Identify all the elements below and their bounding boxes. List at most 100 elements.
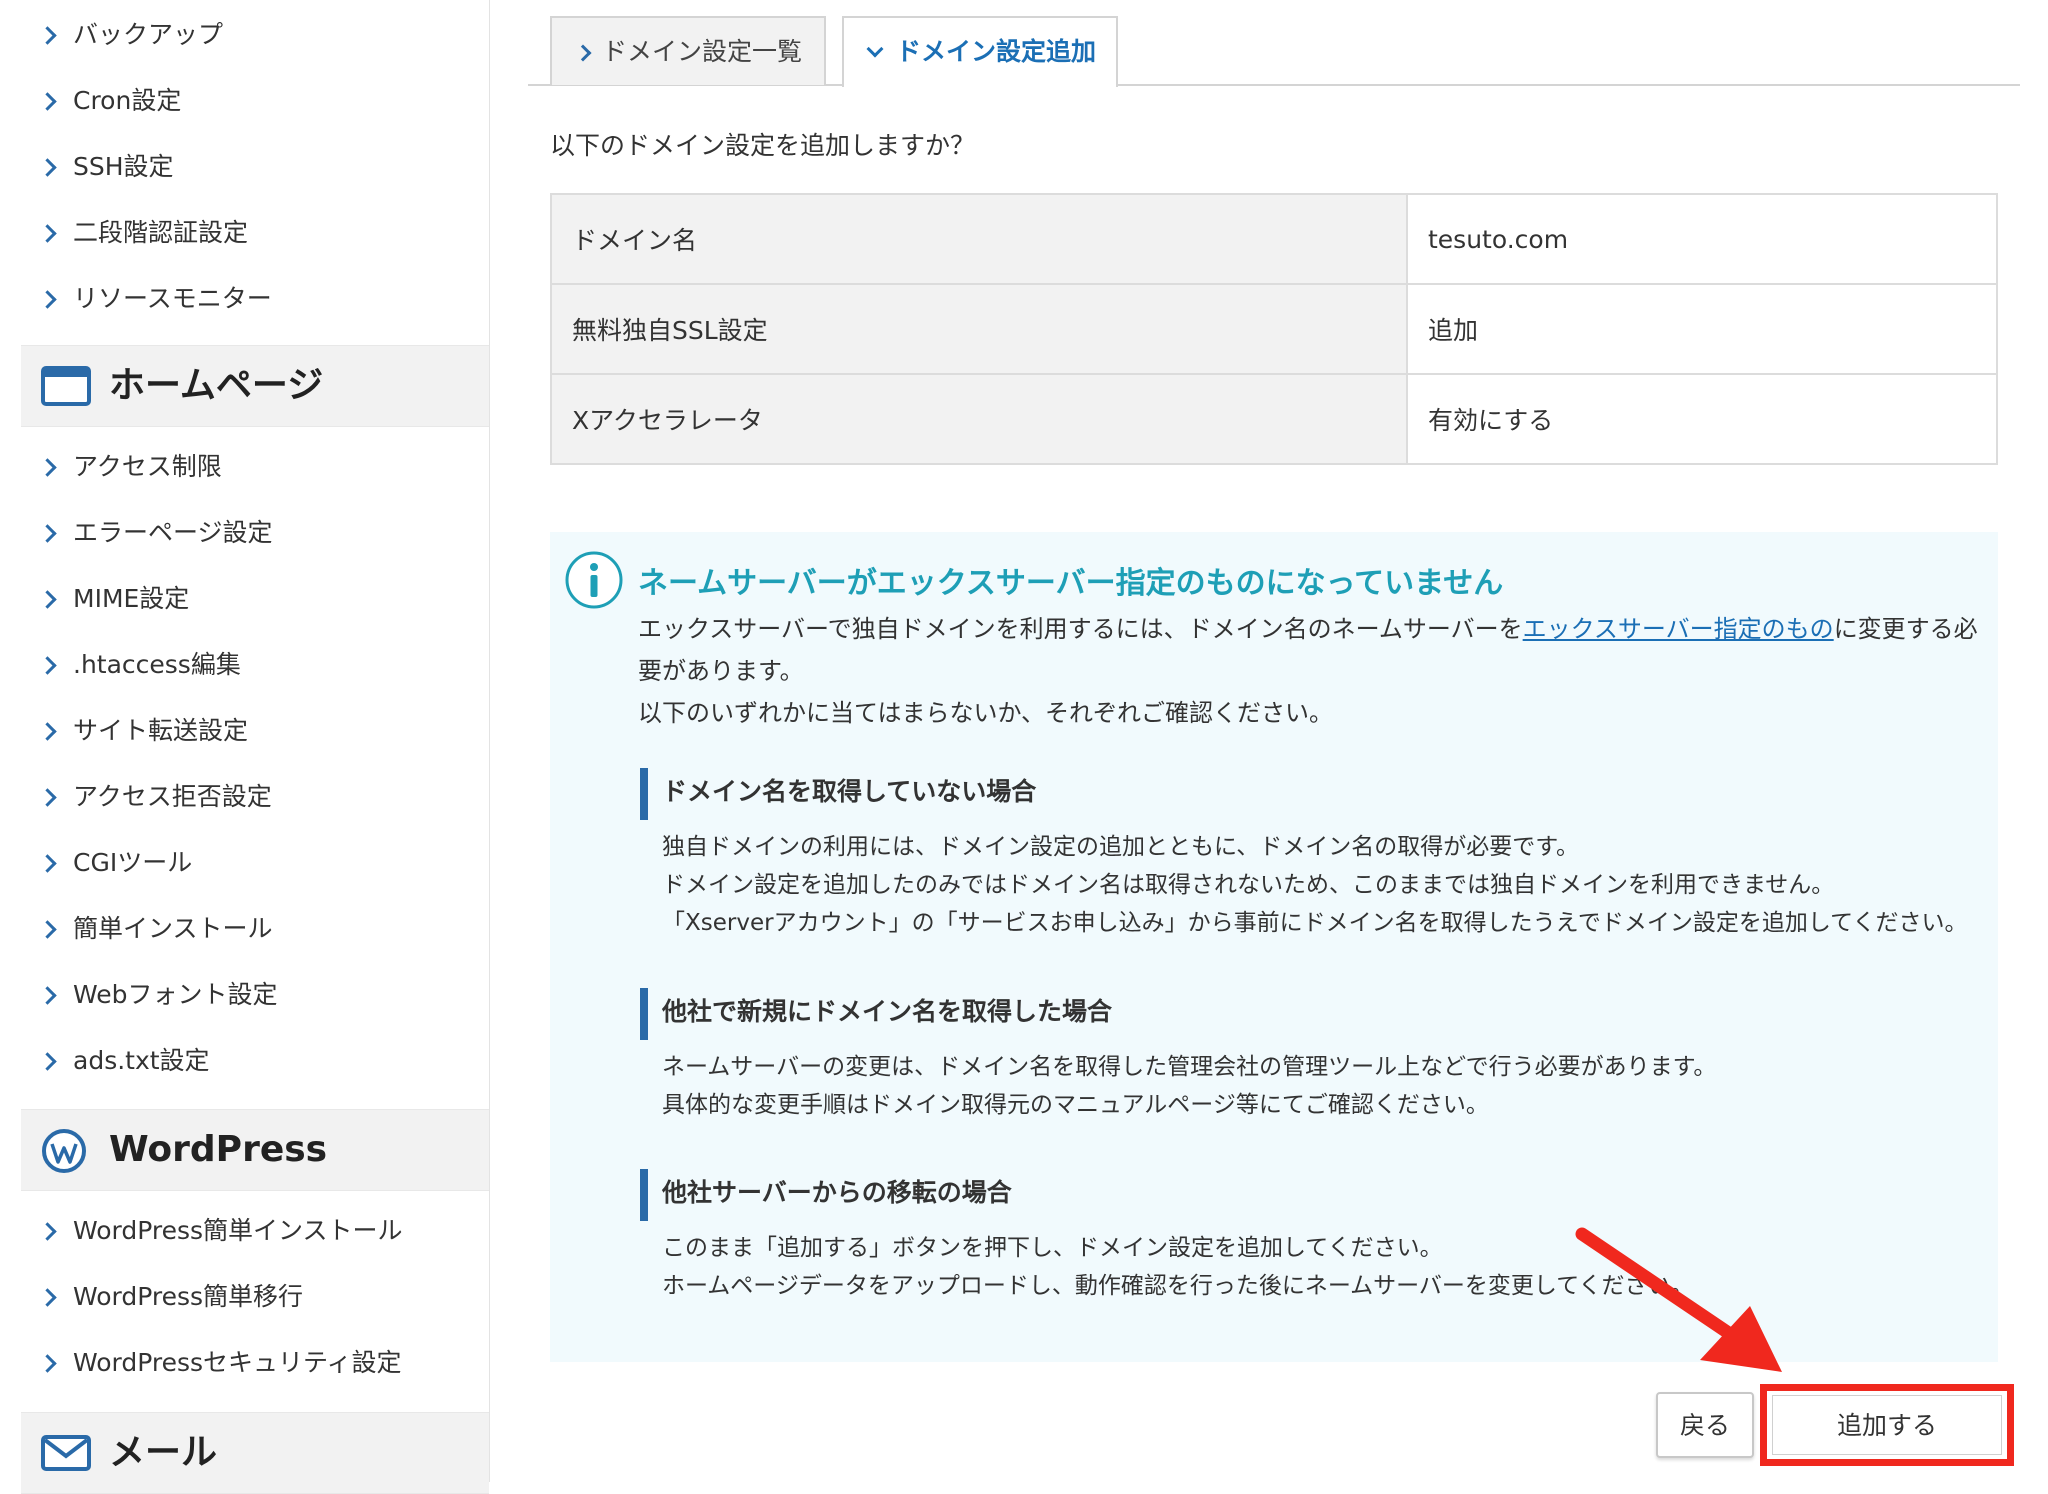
sidebar-header-label: WordPress: [109, 1129, 328, 1170]
tab-domain-list[interactable]: ドメイン設定一覧: [550, 16, 826, 85]
sidebar-item-ssh[interactable]: SSH設定: [21, 134, 489, 200]
notice-section-title: 他社サーバーからの移転の場合: [640, 1169, 1980, 1221]
sidebar: バックアップ Cron設定 SSH設定 二段階認証設定 リソースモニター ホーム…: [21, 0, 490, 1494]
sidebar-item-access-deny[interactable]: アクセス拒否設定: [21, 764, 489, 830]
browser-window-icon: [41, 364, 91, 412]
sidebar-item-label: リソースモニター: [73, 284, 272, 313]
chevron-down-icon: [866, 40, 884, 58]
chevron-right-icon: [38, 1354, 57, 1373]
sidebar-header-wordpress: WordPress: [21, 1109, 489, 1191]
sidebar-item-label: エラーページ設定: [73, 518, 273, 547]
sidebar-item-label: Webフォント設定: [73, 980, 278, 1009]
table-row: Xアクセラレータ 有効にする: [550, 373, 1998, 465]
notice-line: 具体的な変更手順はドメイン取得元のマニュアルページ等にてご確認ください。: [662, 1092, 1489, 1118]
main-content: ドメイン設定一覧 ドメイン設定追加 以下のドメイン設定を追加しますか？ ドメイン…: [528, 0, 2020, 1482]
sidebar-header-label: ホームページ: [109, 365, 324, 406]
confirm-table: ドメイン名 tesuto.com 無料独自SSL設定 追加 Xアクセラレータ 有…: [550, 193, 1998, 465]
sidebar-item-label: WordPress簡単インストール: [73, 1216, 403, 1245]
chevron-right-icon: [38, 92, 57, 111]
notice-line: ドメイン設定を追加したのみではドメイン名は取得されないため、このままでは独自ドメ…: [662, 872, 1835, 898]
sidebar-item-label: アクセス制限: [73, 452, 222, 481]
table-value-cell: 追加: [1406, 283, 1998, 375]
sidebar-item-label: 簡単インストール: [73, 914, 273, 943]
sidebar-item-label: WordPressセキュリティ設定: [73, 1348, 402, 1377]
chevron-right-icon: [38, 656, 57, 675]
mail-envelope-icon: [41, 1431, 91, 1479]
info-icon: [564, 550, 624, 614]
chevron-right-icon: [38, 722, 57, 741]
tab-label: ドメイン設定追加: [896, 37, 1097, 66]
wordpress-logo-icon: [41, 1128, 87, 1178]
notice-section-title: 他社で新規にドメイン名を取得した場合: [640, 988, 1980, 1040]
table-key-cell: 無料独自SSL設定: [550, 283, 1408, 375]
table-value-cell: tesuto.com: [1406, 193, 1998, 285]
sidebar-item-ads-txt[interactable]: ads.txt設定: [21, 1028, 489, 1094]
nameserver-spec-link[interactable]: エックスサーバー指定のもの: [1523, 615, 1834, 643]
sidebar-item-label: サイト転送設定: [73, 716, 249, 745]
sidebar-item-cgi-tool[interactable]: CGIツール: [21, 830, 489, 896]
notice-section: ドメイン名を取得していない場合 独自ドメインの利用には、ドメイン設定の追加ととも…: [640, 768, 1980, 942]
sidebar-item-label: アクセス拒否設定: [73, 782, 272, 811]
sidebar-item-wp-easy-migration[interactable]: WordPress簡単移行: [21, 1264, 489, 1330]
chevron-right-icon: [38, 920, 57, 939]
sidebar-item-easy-install[interactable]: 簡単インストール: [21, 896, 489, 962]
notice-line: 独自ドメインの利用には、ドメイン設定の追加とともに、ドメイン名の取得が必要です。: [662, 834, 1580, 860]
chevron-right-icon: [38, 788, 57, 807]
add-button[interactable]: 追加する: [1772, 1395, 2002, 1455]
sidebar-group-homepage: アクセス制限 エラーページ設定 MIME設定 .htaccess編集 サイト転送…: [21, 434, 489, 1094]
sidebar-item-web-font[interactable]: Webフォント設定: [21, 962, 489, 1028]
chevron-right-icon: [38, 590, 57, 609]
notice-line: 「Xserverアカウント」の「サービスお申し込み」から事前にドメイン名を取得し…: [662, 910, 1968, 936]
notice-section-title: ドメイン名を取得していない場合: [640, 768, 1980, 820]
chevron-right-icon: [38, 986, 57, 1005]
chevron-right-icon: [38, 1052, 57, 1071]
tab-domain-add[interactable]: ドメイン設定追加: [842, 16, 1118, 87]
notice-desc-text: 以下のいずれかに当てはまらないか、それぞれご確認ください。: [638, 699, 1334, 727]
sidebar-item-wp-easy-install[interactable]: WordPress簡単インストール: [21, 1198, 489, 1264]
table-key-cell: ドメイン名: [550, 193, 1408, 285]
sidebar-item-label: Cron設定: [73, 86, 182, 115]
sidebar-item-label: MIME設定: [73, 584, 190, 613]
back-button[interactable]: 戻る: [1656, 1392, 1754, 1458]
chevron-right-icon: [38, 854, 57, 873]
sidebar-item-resource-monitor[interactable]: リソースモニター: [21, 266, 489, 332]
sidebar-item-mime[interactable]: MIME設定: [21, 566, 489, 632]
sidebar-item-site-redirect[interactable]: サイト転送設定: [21, 698, 489, 764]
sidebar-item-label: バックアップ: [73, 20, 224, 49]
confirm-prompt: 以下のドメイン設定を追加しますか？: [550, 131, 976, 160]
sidebar-item-label: .htaccess編集: [73, 650, 241, 679]
notice-section-body: ネームサーバーの変更は、ドメイン名を取得した管理会社の管理ツール上などで行う必要…: [640, 1048, 1980, 1124]
sidebar-item-error-page[interactable]: エラーページ設定: [21, 500, 489, 566]
notice-line: ネームサーバーの変更は、ドメイン名を取得した管理会社の管理ツール上などで行う必要…: [662, 1054, 1717, 1080]
sidebar-group-server: バックアップ Cron設定 SSH設定 二段階認証設定 リソースモニター: [21, 2, 489, 332]
notice-description: エックスサーバーで独自ドメインを利用するには、ドメイン名のネームサーバーをエック…: [638, 608, 1978, 734]
sidebar-item-access-restriction[interactable]: アクセス制限: [21, 434, 489, 500]
table-row: ドメイン名 tesuto.com: [550, 193, 1998, 285]
sidebar-item-cron[interactable]: Cron設定: [21, 68, 489, 134]
notice-section-body: 独自ドメインの利用には、ドメイン設定の追加とともに、ドメイン名の取得が必要です。…: [640, 828, 1980, 942]
sidebar-item-wp-security[interactable]: WordPressセキュリティ設定: [21, 1330, 489, 1396]
tab-label: ドメイン設定一覧: [602, 37, 803, 66]
sidebar-item-backup[interactable]: バックアップ: [21, 2, 489, 68]
chevron-right-icon: [38, 290, 57, 309]
sidebar-item-label: WordPress簡単移行: [73, 1282, 304, 1311]
sidebar-item-htaccess[interactable]: .htaccess編集: [21, 632, 489, 698]
chevron-right-icon: [38, 26, 57, 45]
notice-desc-text: エックスサーバーで独自ドメインを利用するには、ドメイン名のネームサーバーを: [638, 615, 1523, 643]
red-arrow-annotation: [1575, 1227, 1782, 1372]
chevron-right-icon: [38, 1222, 57, 1241]
chevron-right-icon: [38, 158, 57, 177]
sidebar-item-label: 二段階認証設定: [73, 218, 249, 247]
sidebar-group-wordpress: WordPress簡単インストール WordPress簡単移行 WordPres…: [21, 1198, 489, 1396]
notice-section: 他社で新規にドメイン名を取得した場合 ネームサーバーの変更は、ドメイン名を取得し…: [640, 988, 1980, 1124]
table-value-cell: 有効にする: [1406, 373, 1998, 465]
sidebar-item-label: SSH設定: [73, 152, 174, 181]
chevron-right-icon: [574, 44, 592, 62]
sidebar-item-label: ads.txt設定: [73, 1046, 210, 1075]
chevron-right-icon: [38, 224, 57, 243]
chevron-right-icon: [38, 1288, 57, 1307]
notice-title: ネームサーバーがエックスサーバー指定のものになっていません: [638, 566, 1504, 601]
sidebar-item-two-factor[interactable]: 二段階認証設定: [21, 200, 489, 266]
chevron-right-icon: [38, 524, 57, 543]
sidebar-header-homepage: ホームページ: [21, 345, 489, 427]
